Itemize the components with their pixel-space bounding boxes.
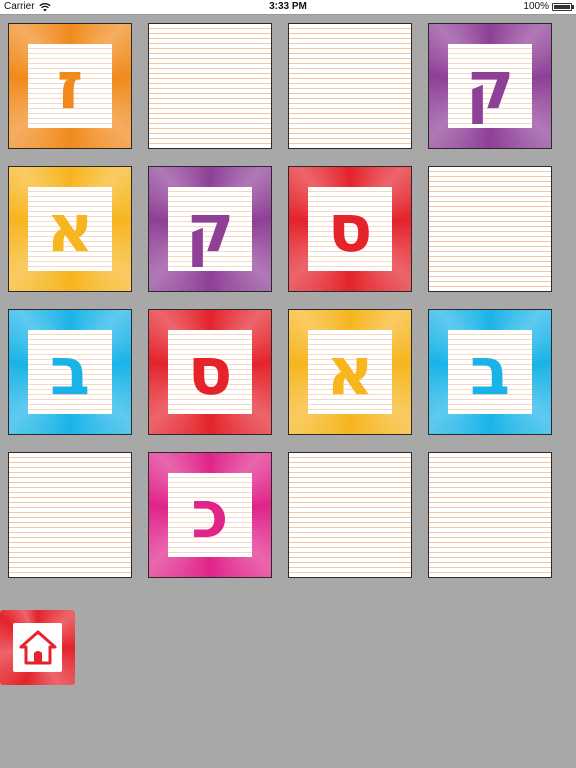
card-face-down[interactable] (148, 23, 272, 149)
card-letter-panel: ק (168, 187, 252, 271)
battery-icon (552, 2, 574, 11)
battery-percent: 100% (523, 1, 549, 12)
card-letter: א (325, 333, 375, 410)
card-letter: א (45, 190, 95, 267)
card-letter-panel: א (308, 330, 392, 414)
card-letter: ק (185, 190, 235, 267)
card-face-down[interactable] (8, 452, 132, 578)
card-letter: כ (191, 476, 229, 553)
card-face-up[interactable]: כ (148, 452, 272, 578)
card-letter: ס (327, 190, 373, 267)
status-time: 3:33 PM (269, 1, 307, 12)
battery-level (554, 4, 570, 9)
card-letter: ב (49, 333, 91, 410)
card-face-up[interactable]: ב (428, 309, 552, 435)
card-letter-panel: ז (28, 44, 112, 128)
card-letter: ס (187, 333, 233, 410)
card-letter-panel: א (28, 187, 112, 271)
card-letter-panel: ב (28, 330, 112, 414)
card-face-up[interactable]: א (288, 309, 412, 435)
card-face-up[interactable]: ק (428, 23, 552, 149)
memory-game-board: זקאקסבסאבכ (8, 23, 554, 581)
card-face-up[interactable]: ב (8, 309, 132, 435)
card-letter-panel: כ (168, 473, 252, 557)
card-face-down[interactable] (288, 23, 412, 149)
card-face-up[interactable]: ס (148, 309, 272, 435)
card-face-down[interactable] (428, 452, 552, 578)
card-letter-panel: ק (448, 44, 532, 128)
card-letter-panel: ס (308, 187, 392, 271)
card-letter-panel: ב (448, 330, 532, 414)
card-letter: ב (469, 333, 511, 410)
status-right: 100% (523, 1, 574, 12)
status-bar: Carrier 3:33 PM 100% (0, 0, 576, 15)
home-button[interactable] (0, 610, 75, 685)
card-face-up[interactable]: ס (288, 166, 412, 292)
card-face-up[interactable]: א (8, 166, 132, 292)
card-face-down[interactable] (428, 166, 552, 292)
card-letter: ק (465, 47, 515, 124)
home-icon (19, 630, 56, 664)
home-button-inner (13, 623, 62, 672)
card-face-up[interactable]: ז (8, 23, 132, 149)
card-face-down[interactable] (288, 452, 412, 578)
card-letter-panel: ס (168, 330, 252, 414)
card-letter: ז (56, 47, 84, 124)
card-face-up[interactable]: ק (148, 166, 272, 292)
